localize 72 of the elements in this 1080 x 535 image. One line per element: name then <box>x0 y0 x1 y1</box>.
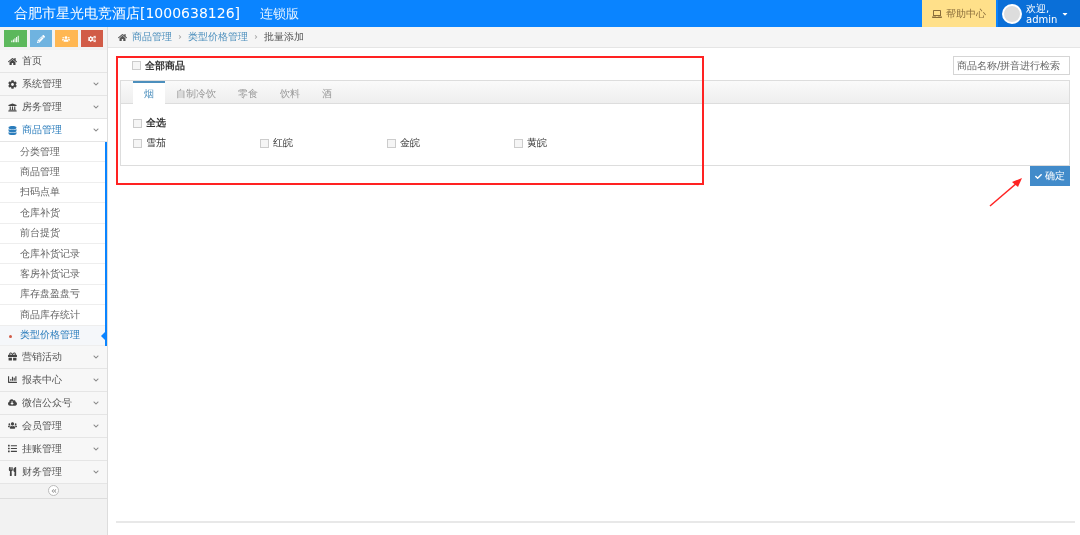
checkbox[interactable] <box>133 118 142 128</box>
checkbox-label: 黄皖 <box>527 136 547 150</box>
gift-icon <box>8 352 17 362</box>
shortcut-button[interactable] <box>4 30 27 47</box>
gear-icon <box>8 79 17 89</box>
checkbox-label: 全部商品 <box>145 58 185 73</box>
confirm-button[interactable]: 确定 <box>1030 166 1070 186</box>
checkbox-label: 全选 <box>146 116 166 130</box>
utensils-icon <box>8 467 17 477</box>
home-icon <box>118 32 127 42</box>
chevron-icon <box>177 34 183 40</box>
bar-chart-icon <box>8 375 17 385</box>
shortcut-button[interactable] <box>80 30 103 47</box>
search-field[interactable]: 商品名称/拼音进行检索 <box>953 56 1070 75</box>
checkbox[interactable] <box>260 138 269 148</box>
collapse-button[interactable] <box>48 485 59 497</box>
shortcut-button[interactable] <box>55 30 78 47</box>
checkbox[interactable] <box>514 138 523 148</box>
submenu-item[interactable]: 类型价格管理 <box>0 325 105 346</box>
welcome-text: 欢迎, <box>1026 2 1051 14</box>
users-icon <box>62 34 71 43</box>
database-icon <box>8 125 17 135</box>
gears-icon <box>87 34 96 43</box>
chevron-icon <box>93 81 99 87</box>
chevron-icon <box>93 445 99 452</box>
menu-item[interactable]: 房务管理 <box>0 96 107 119</box>
chevron-icon <box>93 104 99 110</box>
cloud-icon <box>8 398 17 408</box>
breadcrumb-link[interactable]: 商品管理 <box>132 30 172 44</box>
menu-item[interactable]: 财务管理 <box>0 460 107 484</box>
signal-icon <box>11 34 20 43</box>
chevron-icon <box>93 422 99 429</box>
list-icon <box>8 444 17 454</box>
chevron-icon <box>93 376 99 383</box>
bank-icon <box>8 102 17 112</box>
menu-item[interactable]: 会员管理 <box>0 414 107 438</box>
checkbox-label: 红皖 <box>273 136 293 150</box>
chevron-icon <box>93 353 99 360</box>
user-menu[interactable]: 欢迎, admin <box>998 0 1080 27</box>
double-chevron-icon <box>50 487 57 494</box>
menu-item[interactable]: 系统管理 <box>0 73 107 96</box>
users-icon <box>8 421 17 431</box>
checkbox[interactable] <box>132 61 141 70</box>
hotel-title: 合肥市星光电竞酒店[1000638126] <box>13 4 241 23</box>
chevron-icon <box>93 468 99 475</box>
checkbox[interactable] <box>387 138 396 148</box>
checkbox-label: 金皖 <box>400 136 420 150</box>
shortcut-button[interactable] <box>29 30 52 47</box>
chevron-icon <box>93 127 99 133</box>
pencil-icon <box>36 34 45 43</box>
menu-item[interactable]: 微信公众号 <box>0 391 107 415</box>
help-center-button[interactable]: 帮助中心 <box>922 0 996 27</box>
check-icon <box>1035 172 1042 180</box>
bullet-dot <box>9 334 12 338</box>
checkbox[interactable] <box>133 138 142 148</box>
menu-item[interactable]: 首页 <box>0 50 107 73</box>
user-name: admin <box>1026 13 1058 25</box>
avatar <box>1002 3 1022 24</box>
chevron-icon <box>253 34 259 40</box>
breadcrumb-link[interactable]: 批量添加 <box>264 30 304 44</box>
home-icon <box>8 56 17 66</box>
chevron-icon <box>93 399 99 406</box>
laptop-icon <box>932 8 942 19</box>
category-tab[interactable]: 烟 <box>133 81 165 104</box>
menu-item[interactable]: 报表中心 <box>0 368 107 392</box>
checkbox-label: 雪茄 <box>146 136 166 150</box>
annotation-arrow <box>988 176 1024 208</box>
menu-item[interactable]: 商品管理 <box>0 119 107 142</box>
menu-item[interactable]: 营销活动 <box>0 345 107 369</box>
breadcrumb-link[interactable]: 类型价格管理 <box>188 30 248 44</box>
menu-item[interactable]: 挂账管理 <box>0 437 107 461</box>
edition-label: 连锁版 <box>260 4 299 23</box>
